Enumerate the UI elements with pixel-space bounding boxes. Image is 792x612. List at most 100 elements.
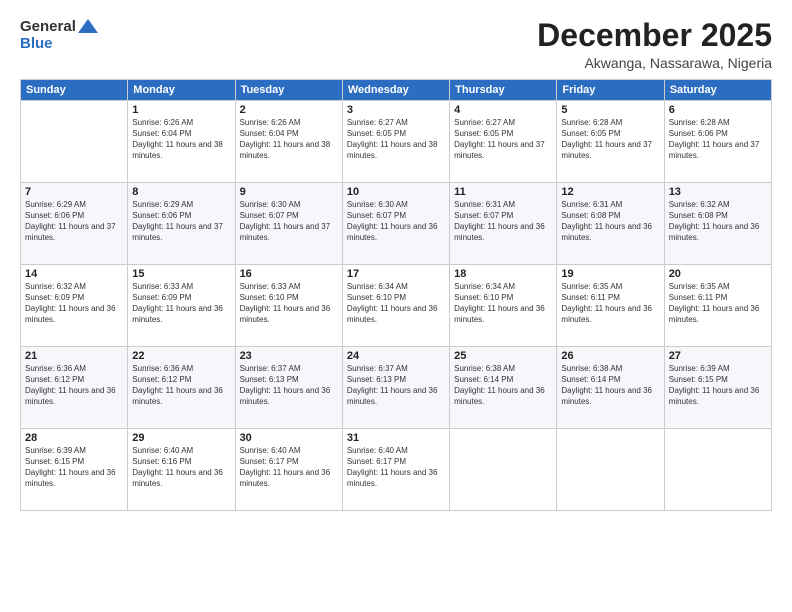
day-number: 15 [132, 268, 230, 280]
day-info: Sunrise: 6:33 AMSunset: 6:10 PMDaylight:… [240, 282, 338, 325]
calendar-cell: 2 Sunrise: 6:26 AMSunset: 6:04 PMDaylight… [235, 101, 342, 183]
calendar-week-0: 1 Sunrise: 6:26 AMSunset: 6:04 PMDaylight… [21, 101, 772, 183]
day-number: 25 [454, 350, 552, 362]
day-info: Sunrise: 6:30 AMSunset: 6:07 PMDaylight:… [240, 200, 338, 243]
day-number: 13 [669, 186, 767, 198]
day-number: 20 [669, 268, 767, 280]
calendar-cell: 15 Sunrise: 6:33 AMSunset: 6:09 PMDayligh… [128, 265, 235, 347]
day-info: Sunrise: 6:32 AMSunset: 6:09 PMDaylight:… [25, 282, 123, 325]
day-info: Sunrise: 6:26 AMSunset: 6:04 PMDaylight:… [240, 118, 338, 161]
calendar-cell: 4 Sunrise: 6:27 AMSunset: 6:05 PMDaylight… [450, 101, 557, 183]
calendar-cell: 9Sunrise: 6:30 AMSunset: 6:07 PMDaylight… [235, 183, 342, 265]
calendar-cell: 6 Sunrise: 6:28 AMSunset: 6:06 PMDaylight… [664, 101, 771, 183]
day-number: 5 [561, 104, 659, 116]
day-number: 30 [240, 432, 338, 444]
day-number: 16 [240, 268, 338, 280]
day-info: Sunrise: 6:34 AMSunset: 6:10 PMDaylight:… [454, 282, 552, 325]
month-title: December 2025 [537, 18, 772, 53]
calendar-header-monday: Monday [128, 80, 235, 101]
day-info: Sunrise: 6:39 AMSunset: 6:15 PMDaylight:… [669, 364, 767, 407]
day-number: 23 [240, 350, 338, 362]
calendar-week-2: 14 Sunrise: 6:32 AMSunset: 6:09 PMDayligh… [21, 265, 772, 347]
day-number: 4 [454, 104, 552, 116]
calendar-cell: 13 Sunrise: 6:32 AMSunset: 6:08 PMDayligh… [664, 183, 771, 265]
day-number: 10 [347, 186, 445, 198]
calendar-cell: 27 Sunrise: 6:39 AMSunset: 6:15 PMDayligh… [664, 347, 771, 429]
day-number: 21 [25, 350, 123, 362]
calendar-cell: 23 Sunrise: 6:37 AMSunset: 6:13 PMDayligh… [235, 347, 342, 429]
day-number: 8 [132, 186, 230, 198]
calendar-header-tuesday: Tuesday [235, 80, 342, 101]
calendar-cell: 20Sunrise: 6:35 AMSunset: 6:11 PMDayligh… [664, 265, 771, 347]
calendar-cell: 19 Sunrise: 6:35 AMSunset: 6:11 PMDayligh… [557, 265, 664, 347]
header-area: General Blue December 2025 Akwanga, Nass… [20, 18, 772, 71]
calendar-cell [664, 429, 771, 511]
day-info: Sunrise: 6:38 AMSunset: 6:14 PMDaylight:… [561, 364, 659, 407]
day-info: Sunrise: 6:40 AMSunset: 6:17 PMDaylight:… [240, 446, 338, 489]
calendar-header-thursday: Thursday [450, 80, 557, 101]
calendar-cell: 12Sunrise: 6:31 AMSunset: 6:08 PMDayligh… [557, 183, 664, 265]
calendar-cell: 11 Sunrise: 6:31 AMSunset: 6:07 PMDayligh… [450, 183, 557, 265]
day-info: Sunrise: 6:29 AMSunset: 6:06 PMDaylight:… [25, 200, 123, 243]
day-number: 17 [347, 268, 445, 280]
calendar-header-wednesday: Wednesday [342, 80, 449, 101]
calendar-header-row: SundayMondayTuesdayWednesdayThursdayFrid… [21, 80, 772, 101]
logo: General Blue [20, 18, 98, 53]
day-info: Sunrise: 6:31 AMSunset: 6:07 PMDaylight:… [454, 200, 552, 243]
day-number: 6 [669, 104, 767, 116]
day-number: 1 [132, 104, 230, 116]
calendar-cell: 10 Sunrise: 6:30 AMSunset: 6:07 PMDayligh… [342, 183, 449, 265]
calendar-table: SundayMondayTuesdayWednesdayThursdayFrid… [20, 79, 772, 511]
day-info: Sunrise: 6:36 AMSunset: 6:12 PMDaylight:… [25, 364, 123, 407]
day-info: Sunrise: 6:31 AMSunset: 6:08 PMDaylight:… [561, 200, 659, 243]
calendar-header-saturday: Saturday [664, 80, 771, 101]
day-info: Sunrise: 6:37 AMSunset: 6:13 PMDaylight:… [240, 364, 338, 407]
day-info: Sunrise: 6:32 AMSunset: 6:08 PMDaylight:… [669, 200, 767, 243]
page: General Blue December 2025 Akwanga, Nass… [0, 0, 792, 612]
day-info: Sunrise: 6:35 AMSunset: 6:11 PMDaylight:… [561, 282, 659, 325]
day-info: Sunrise: 6:40 AMSunset: 6:16 PMDaylight:… [132, 446, 230, 489]
calendar-cell: 29 Sunrise: 6:40 AMSunset: 6:16 PMDayligh… [128, 429, 235, 511]
day-number: 24 [347, 350, 445, 362]
calendar-week-1: 7Sunrise: 6:29 AMSunset: 6:06 PMDaylight… [21, 183, 772, 265]
day-number: 14 [25, 268, 123, 280]
logo-general: General [20, 18, 76, 35]
day-info: Sunrise: 6:28 AMSunset: 6:05 PMDaylight:… [561, 118, 659, 161]
title-area: December 2025 Akwanga, Nassarawa, Nigeri… [537, 18, 772, 71]
day-info: Sunrise: 6:38 AMSunset: 6:14 PMDaylight:… [454, 364, 552, 407]
day-number: 18 [454, 268, 552, 280]
day-number: 22 [132, 350, 230, 362]
day-info: Sunrise: 6:29 AMSunset: 6:06 PMDaylight:… [132, 200, 230, 243]
day-number: 26 [561, 350, 659, 362]
calendar-header-friday: Friday [557, 80, 664, 101]
day-number: 3 [347, 104, 445, 116]
calendar-header-sunday: Sunday [21, 80, 128, 101]
day-number: 28 [25, 432, 123, 444]
day-info: Sunrise: 6:28 AMSunset: 6:06 PMDaylight:… [669, 118, 767, 161]
day-number: 19 [561, 268, 659, 280]
calendar-cell: 14 Sunrise: 6:32 AMSunset: 6:09 PMDayligh… [21, 265, 128, 347]
day-info: Sunrise: 6:33 AMSunset: 6:09 PMDaylight:… [132, 282, 230, 325]
day-number: 11 [454, 186, 552, 198]
day-number: 31 [347, 432, 445, 444]
day-number: 2 [240, 104, 338, 116]
calendar-cell: 7Sunrise: 6:29 AMSunset: 6:06 PMDaylight… [21, 183, 128, 265]
calendar-cell: 22Sunrise: 6:36 AMSunset: 6:12 PMDayligh… [128, 347, 235, 429]
calendar-week-4: 28Sunrise: 6:39 AMSunset: 6:15 PMDayligh… [21, 429, 772, 511]
calendar-cell: 31Sunrise: 6:40 AMSunset: 6:17 PMDayligh… [342, 429, 449, 511]
calendar-cell [450, 429, 557, 511]
day-info: Sunrise: 6:30 AMSunset: 6:07 PMDaylight:… [347, 200, 445, 243]
calendar-cell: 1Sunrise: 6:26 AMSunset: 6:04 PMDaylight… [128, 101, 235, 183]
calendar-cell: 26 Sunrise: 6:38 AMSunset: 6:14 PMDayligh… [557, 347, 664, 429]
day-number: 29 [132, 432, 230, 444]
day-info: Sunrise: 6:27 AMSunset: 6:05 PMDaylight:… [347, 118, 445, 161]
day-info: Sunrise: 6:34 AMSunset: 6:10 PMDaylight:… [347, 282, 445, 325]
calendar-cell [21, 101, 128, 183]
calendar-cell: 16 Sunrise: 6:33 AMSunset: 6:10 PMDayligh… [235, 265, 342, 347]
calendar-cell: 3 Sunrise: 6:27 AMSunset: 6:05 PMDaylight… [342, 101, 449, 183]
calendar-cell: 24Sunrise: 6:37 AMSunset: 6:13 PMDayligh… [342, 347, 449, 429]
day-info: Sunrise: 6:27 AMSunset: 6:05 PMDaylight:… [454, 118, 552, 161]
calendar-cell: 18 Sunrise: 6:34 AMSunset: 6:10 PMDayligh… [450, 265, 557, 347]
day-number: 27 [669, 350, 767, 362]
calendar-cell [557, 429, 664, 511]
